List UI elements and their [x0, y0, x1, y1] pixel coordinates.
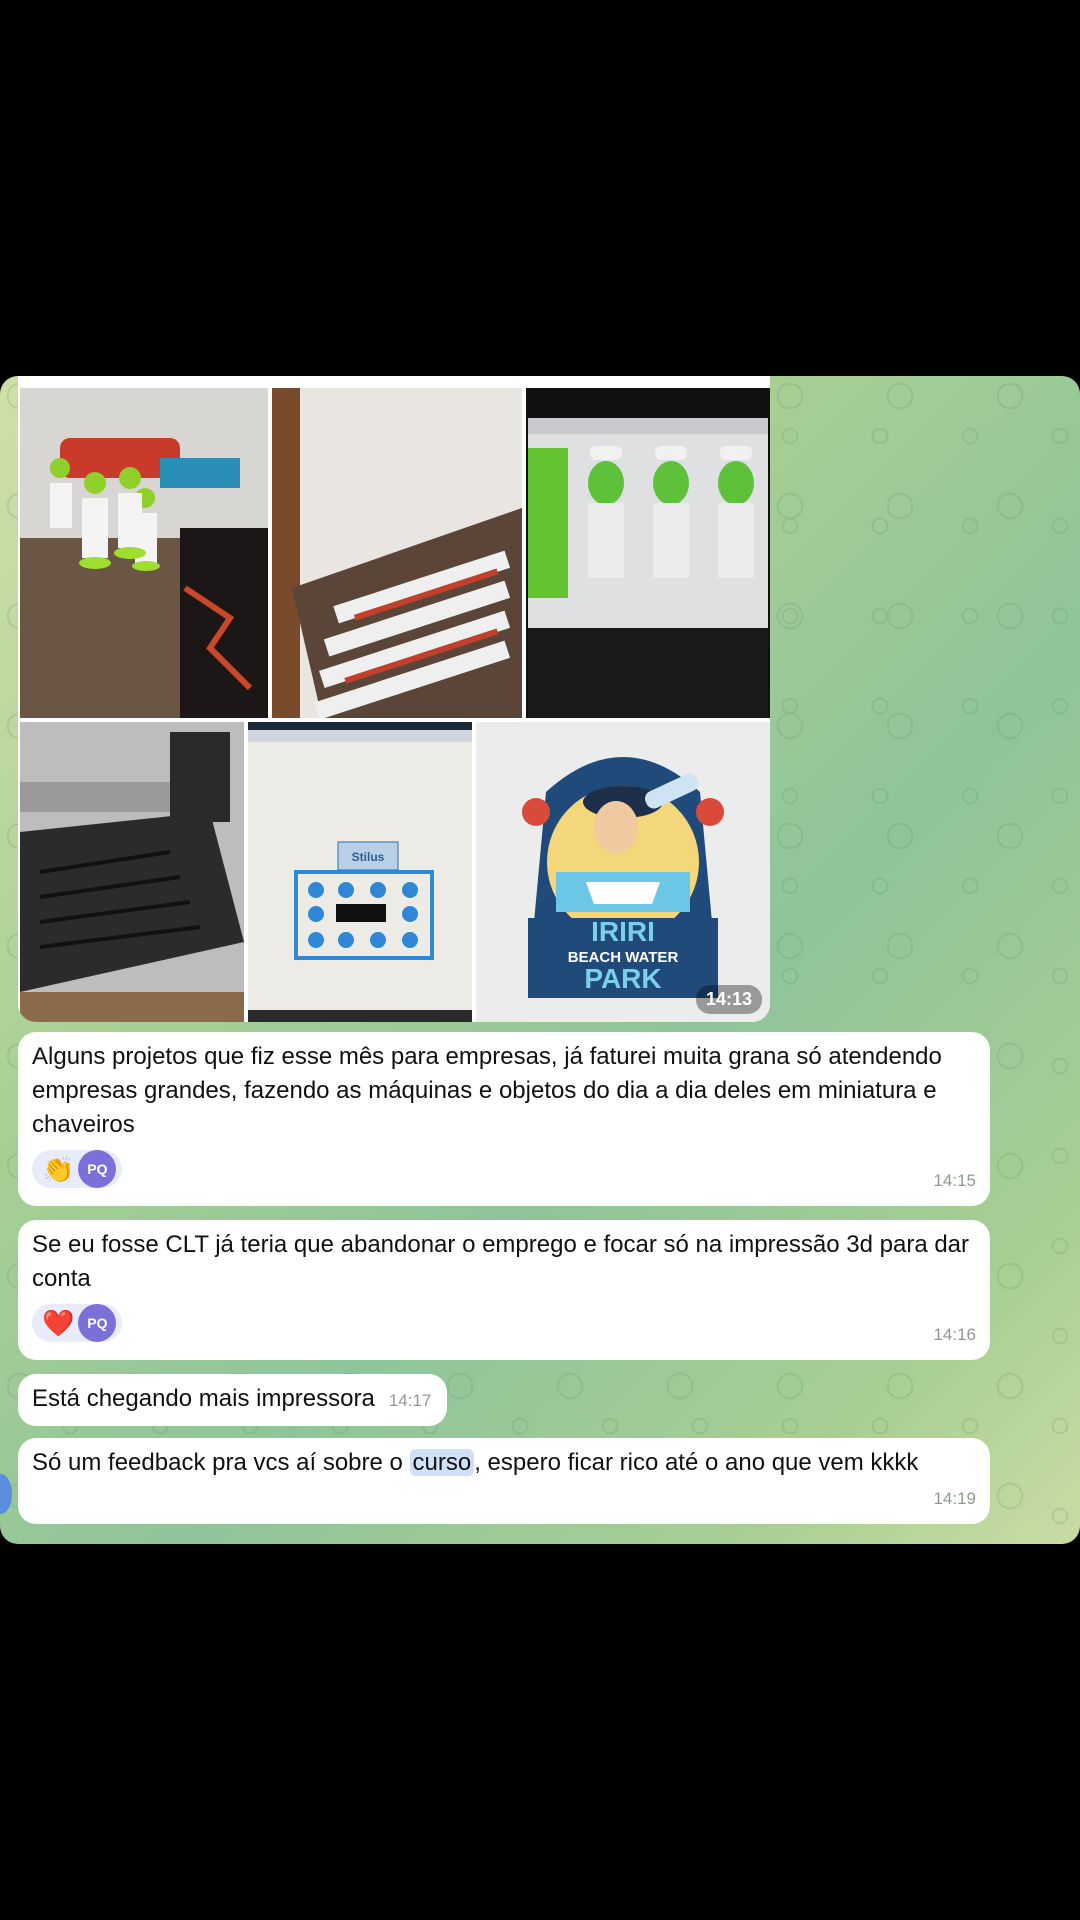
message-bubble[interactable]: Se eu fosse CLT já teria que abandonar o… — [18, 1220, 990, 1360]
message-text: Só um feedback pra vcs aí sobre o curso,… — [32, 1446, 976, 1480]
reaction-bar[interactable]: ❤️ PQ — [32, 1304, 976, 1342]
stilus-label: Stilus — [352, 850, 385, 864]
message-time: 14:17 — [388, 1391, 432, 1410]
reaction-clap[interactable]: 👏 PQ — [32, 1150, 123, 1188]
photo-alien-figures-desk[interactable] — [20, 388, 268, 718]
highlighted-link-curso[interactable]: curso — [409, 1449, 475, 1476]
message-text: Está chegando mais impressora — [32, 1385, 375, 1412]
message-time: 14:16 — [933, 1325, 976, 1344]
heart-icon: ❤️ — [42, 1308, 75, 1338]
reactor-avatar: PQ — [78, 1304, 117, 1342]
message-time: 14:15 — [933, 1171, 976, 1190]
photo-iriri-logo[interactable]: IRIRI BEACH WATER PARK 14:13 — [476, 722, 770, 1022]
photo-stilus-design-screen[interactable]: Stilus — [248, 722, 472, 1022]
media-album[interactable]: Stilus IRIRI BEACH WATER PARK 14:13 — [18, 376, 770, 1022]
logo-park: PARK — [584, 963, 661, 994]
clap-icon: 👏 — [42, 1154, 75, 1184]
message-text-part: Só um feedback pra vcs aí sobre o — [32, 1449, 410, 1476]
message-bubble[interactable]: Só um feedback pra vcs aí sobre o curso,… — [18, 1438, 990, 1524]
photo-3d-printer-bed[interactable] — [20, 722, 244, 1022]
message-bubble[interactable]: Está chegando mais impressora 14:17 — [18, 1374, 448, 1426]
message-text-part: , espero ficar rico até o ano que vem kk… — [474, 1449, 919, 1476]
media-timestamp: 14:13 — [695, 985, 762, 1014]
reaction-bar[interactable]: 👏 PQ — [32, 1150, 976, 1188]
logo-iriri: IRIRI — [591, 916, 655, 947]
photo-keychains-table[interactable] — [272, 388, 522, 718]
message-time: 14:19 — [933, 1489, 976, 1508]
reactor-avatar: PQ — [78, 1150, 117, 1188]
message-text: Alguns projetos que fiz esse mês para em… — [32, 1043, 942, 1138]
chat-area: Stilus IRIRI BEACH WATER PARK 14:13 Algu… — [0, 376, 1080, 1544]
message-bubble[interactable]: Alguns projetos que fiz esse mês para em… — [18, 1032, 990, 1206]
photo-aliens-render-screen[interactable] — [526, 388, 770, 718]
reaction-heart[interactable]: ❤️ PQ — [32, 1304, 123, 1342]
message-text: Se eu fosse CLT já teria que abandonar o… — [32, 1231, 970, 1292]
